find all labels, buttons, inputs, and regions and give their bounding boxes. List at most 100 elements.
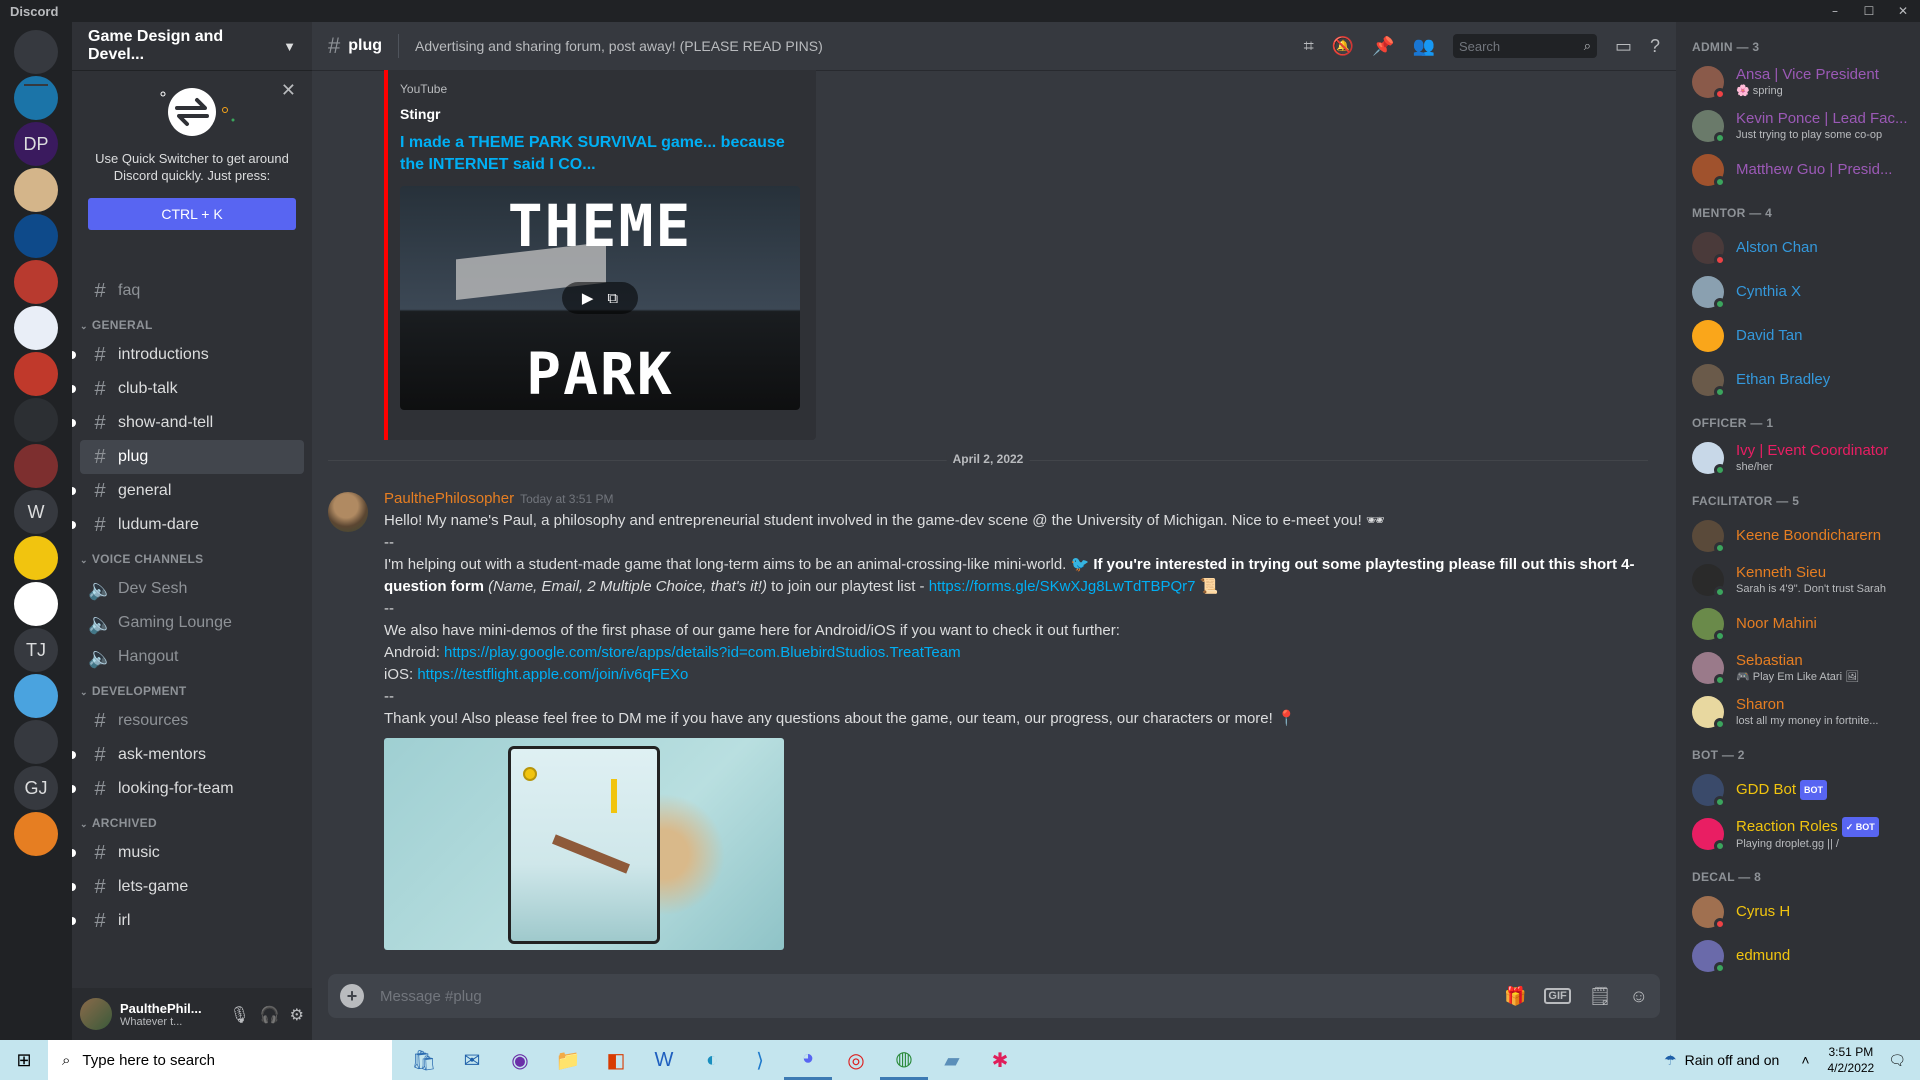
member-item[interactable]: Keene Boondicharern <box>1692 514 1912 558</box>
server-icon[interactable]: W <box>14 490 58 534</box>
member-item[interactable]: Ansa | Vice President 🌸 spring <box>1692 60 1912 104</box>
embed-title-link[interactable]: I made a THEME PARK SURVIVAL game... bec… <box>400 132 804 176</box>
sticker-icon[interactable]: 🗒 <box>1589 986 1612 1007</box>
discord-taskbar-icon[interactable]: ◕ <box>784 1040 832 1080</box>
member-item[interactable]: Reaction Roles ✓ BOT Playing droplet.gg ||… <box>1692 812 1912 856</box>
image-attachment[interactable] <box>384 738 784 950</box>
discord-home-icon[interactable] <box>14 30 58 74</box>
channel-category[interactable]: ⌄ GENERAL <box>72 308 312 338</box>
clock[interactable]: 3:51 PM 4/2/2022 <box>1828 1044 1875 1076</box>
channel-show-and-tell[interactable]: # show-and-tell <box>72 406 304 440</box>
play-icon[interactable]: ▶ <box>582 289 594 307</box>
avatar[interactable] <box>328 492 368 532</box>
channel-dev-sesh[interactable]: 🔈 Dev Sesh <box>80 572 304 606</box>
channel-gaming-lounge[interactable]: 🔈 Gaming Lounge <box>80 606 304 640</box>
form-link[interactable]: https://forms.gle/SKwXJg8LwTdTBPQr7 <box>929 578 1196 595</box>
channel-category[interactable]: ⌄ DEVELOPMENT <box>72 674 312 704</box>
embed-author[interactable]: Stingr <box>400 106 804 122</box>
server-icon[interactable] <box>14 168 58 212</box>
notifications-icon[interactable]: 🗨 <box>1888 1052 1906 1069</box>
channel-introductions[interactable]: # introductions <box>72 338 304 372</box>
headphones-icon[interactable]: 🎧 <box>260 1005 280 1024</box>
member-list-icon[interactable]: 👥 <box>1413 36 1435 57</box>
member-item[interactable]: Noor Mahini <box>1692 602 1912 646</box>
mail-icon[interactable]: ✉ <box>448 1040 496 1080</box>
server-icon[interactable] <box>14 214 58 258</box>
search-input[interactable]: Search ⌕ <box>1452 34 1597 58</box>
close-icon[interactable]: ✕ <box>281 80 296 101</box>
channel-ask-mentors[interactable]: # ask-mentors <box>72 738 304 772</box>
weather-text[interactable]: Rain off and on <box>1685 1052 1780 1068</box>
member-item[interactable]: Sharon lost all my money in fortnite... <box>1692 690 1912 734</box>
member-item[interactable]: Matthew Guo | Presid... <box>1692 148 1912 192</box>
channel-club-talk[interactable]: # club-talk <box>72 372 304 406</box>
minimize-button[interactable]: – <box>1818 4 1852 18</box>
video-thumbnail[interactable]: THEME PARK ▶ ⧉ <box>400 186 800 410</box>
music-app-icon[interactable]: ◎ <box>832 1040 880 1080</box>
channel-looking-for-team[interactable]: # looking-for-team <box>72 772 304 806</box>
server-icon[interactable] <box>14 398 58 442</box>
vscode-icon[interactable]: ⟩ <box>736 1040 784 1080</box>
server-icon[interactable]: DP <box>14 122 58 166</box>
word-icon[interactable]: W <box>640 1040 688 1080</box>
member-item[interactable]: Kevin Ponce | Lead Fac... Just trying to … <box>1692 104 1912 148</box>
notes-app-icon[interactable]: ▰ <box>928 1040 976 1080</box>
office-icon[interactable]: ◧ <box>592 1040 640 1080</box>
member-item[interactable]: Sebastian 🎮 Play Em Like Atari 🖼 <box>1692 646 1912 690</box>
podcast-app-icon[interactable]: ◉ <box>496 1040 544 1080</box>
help-icon[interactable]: ? <box>1650 36 1660 57</box>
pin-icon[interactable]: 📌 <box>1372 36 1394 57</box>
microphone-muted-icon[interactable]: 🎙 <box>229 1005 249 1024</box>
notification-bell-muted-icon[interactable]: 🔕 <box>1332 36 1354 57</box>
channel-general[interactable]: # general <box>72 474 304 508</box>
server-icon[interactable] <box>14 444 58 488</box>
server-icon[interactable] <box>14 720 58 764</box>
emoji-icon[interactable]: ☺ <box>1630 986 1648 1007</box>
server-icon[interactable] <box>14 76 58 120</box>
store-icon[interactable]: 🛍 <box>400 1040 448 1080</box>
channel-resources[interactable]: # resources <box>80 704 304 738</box>
message-author[interactable]: PaulthePhilosopher <box>384 490 514 507</box>
server-icon[interactable] <box>14 812 58 856</box>
server-icon[interactable] <box>14 306 58 350</box>
chrome-icon[interactable]: ◍ <box>880 1040 928 1080</box>
file-explorer-icon[interactable]: 📁 <box>544 1040 592 1080</box>
threads-icon[interactable]: ⌗ <box>1304 36 1314 57</box>
server-icon[interactable] <box>14 352 58 396</box>
channel-hangout[interactable]: 🔈 Hangout <box>80 640 304 674</box>
member-item[interactable]: Ethan Bradley <box>1692 358 1912 402</box>
channel-plug[interactable]: # plug <box>80 440 304 474</box>
channel-category[interactable]: ⌄ ARCHIVED <box>72 806 312 836</box>
inbox-icon[interactable]: ▭ <box>1615 36 1632 57</box>
member-item[interactable]: GDD Bot BOT <box>1692 768 1912 812</box>
member-item[interactable]: Cyrus H <box>1692 890 1912 934</box>
channel-lets-game[interactable]: # lets-game <box>72 870 304 904</box>
close-window-button[interactable]: ✕ <box>1886 4 1920 18</box>
server-icon[interactable]: TJ <box>14 628 58 672</box>
member-item[interactable]: Alston Chan <box>1692 226 1912 270</box>
chevron-up-icon[interactable]: ˄ <box>1801 1052 1809 1068</box>
add-attachment-icon[interactable]: + <box>340 984 364 1008</box>
server-icon[interactable] <box>14 674 58 718</box>
android-link[interactable]: https://play.google.com/store/apps/detai… <box>444 644 961 661</box>
gift-icon[interactable]: 🎁 <box>1504 986 1526 1007</box>
slack-icon[interactable]: ✱ <box>976 1040 1024 1080</box>
server-icon[interactable] <box>14 536 58 580</box>
video-controls[interactable]: ▶ ⧉ <box>562 282 638 314</box>
member-item[interactable]: edmund <box>1692 934 1912 978</box>
windows-start-icon[interactable]: ⊞ <box>0 1040 48 1080</box>
quick-switcher-button[interactable]: CTRL + K <box>88 198 296 230</box>
open-external-icon[interactable]: ⧉ <box>607 290 618 307</box>
message-input[interactable]: Message #plug <box>380 988 482 1005</box>
channel-ludum-dare[interactable]: # ludum-dare <box>72 508 304 542</box>
server-icon[interactable]: GJ <box>14 766 58 810</box>
server-header[interactable]: Game Design and Devel... ▼ <box>72 22 312 70</box>
channel-faq[interactable]: # faq <box>80 274 304 308</box>
avatar[interactable] <box>80 998 112 1030</box>
gear-icon[interactable]: ⚙ <box>290 1005 304 1024</box>
server-icon[interactable] <box>14 260 58 304</box>
member-item[interactable]: David Tan <box>1692 314 1912 358</box>
maximize-button[interactable]: ☐ <box>1852 4 1886 18</box>
member-item[interactable]: Cynthia X <box>1692 270 1912 314</box>
channel-category[interactable]: ⌄ VOICE CHANNELS <box>72 542 312 572</box>
